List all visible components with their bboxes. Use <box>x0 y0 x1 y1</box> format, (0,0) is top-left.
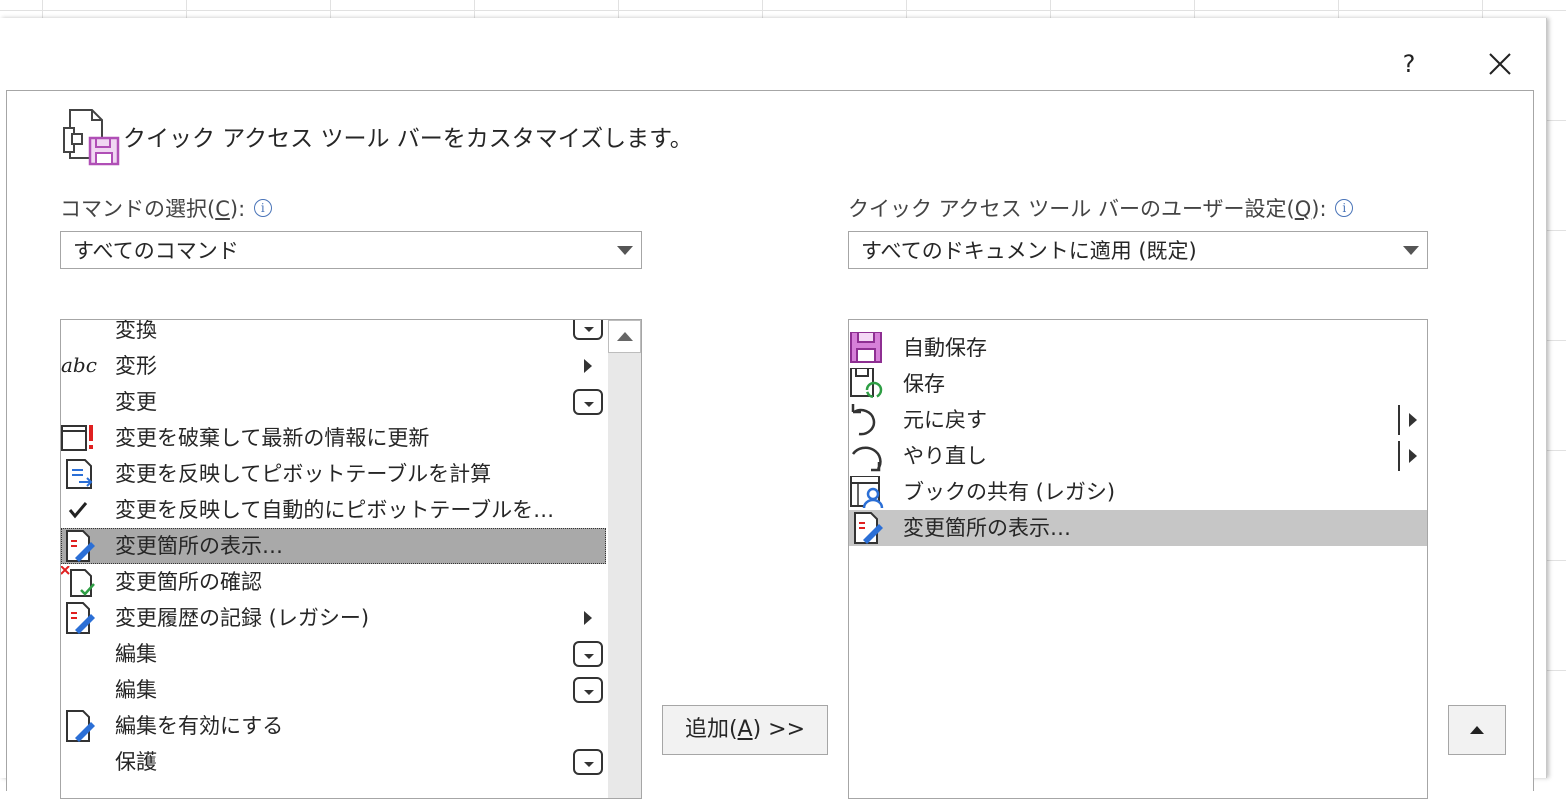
submenu-arrow-icon <box>584 611 592 625</box>
commands-list-scrollbar[interactable] <box>608 320 641 798</box>
list-item[interactable]: 変更履歴の記録 (レガシー) <box>61 600 606 636</box>
info-icon[interactable]: i <box>253 199 272 217</box>
undo-icon <box>851 404 876 436</box>
choose-commands-select[interactable]: すべてのコマンド <box>60 231 642 269</box>
list-item[interactable]: 元に戻す <box>849 402 1427 438</box>
redo-icon <box>851 446 882 472</box>
options-panel: クイック アクセス ツール バーをカスタマイズします。 コマンドの選択(C): … <box>6 90 1534 799</box>
submenu-arrow-icon <box>584 359 592 373</box>
show-changes-icon <box>854 512 883 544</box>
triangle-up-icon <box>1470 726 1484 734</box>
list-item-selected[interactable]: 変更箇所の表示… <box>61 528 606 564</box>
list-item[interactable]: 変更を反映して自動的にピボットテーブルを… <box>61 492 606 528</box>
abc-text-icon: abc <box>61 353 97 377</box>
customize-qat-dialog: ? クイック アクセス ツール バーをカスタマイズします。 コマンドの選択(C)… <box>0 18 1547 799</box>
enable-editing-icon <box>66 710 95 742</box>
autosave-icon <box>850 332 882 363</box>
list-item[interactable]: 変更 <box>61 384 606 420</box>
chevron-down-icon <box>617 246 633 255</box>
quick-access-toolbar-icon <box>63 109 120 166</box>
list-item[interactable]: やり直し <box>849 438 1427 474</box>
info-icon[interactable]: i <box>1335 199 1354 217</box>
list-item[interactable]: 編集を有効にする <box>61 708 606 744</box>
review-changes-icon <box>61 566 95 597</box>
list-item[interactable]: 変更箇所の確認 <box>61 564 606 600</box>
chevron-down-icon <box>1403 246 1419 255</box>
list-item[interactable]: 変更を反映してピボットテーブルを計算 <box>61 456 606 492</box>
customize-qat-select[interactable]: すべてのドキュメントに適用 (既定) <box>848 231 1428 269</box>
discard-refresh-icon <box>61 425 93 451</box>
list-item[interactable]: 編集 <box>61 636 606 672</box>
pivot-calc-icon <box>66 459 93 489</box>
split-divider <box>1398 441 1400 471</box>
dropdown-box-icon <box>573 320 603 340</box>
commands-list[interactable]: 変換 abc 変形 変更 変更を破棄して最新の情報に更新 変更を反映してピボット… <box>60 319 642 799</box>
dropdown-box-icon <box>573 389 603 415</box>
track-changes-icon <box>66 602 95 634</box>
list-item[interactable]: 自動保存 <box>849 330 1427 366</box>
add-button[interactable]: 追加(A) >> <box>662 705 828 755</box>
show-changes-icon <box>66 530 95 562</box>
svg-text:abc: abc <box>61 353 97 377</box>
customize-qat-label: クイック アクセス ツール バーのユーザー設定(Q): i <box>848 193 1354 223</box>
list-item[interactable]: 変更を破棄して最新の情報に更新 <box>61 420 606 456</box>
list-item[interactable]: 保存 <box>849 366 1427 402</box>
submenu-arrow-icon[interactable] <box>1409 413 1417 427</box>
list-item[interactable]: 保護 <box>61 744 606 780</box>
dropdown-box-icon <box>573 677 603 703</box>
list-item[interactable]: ブックの共有 (レガシ) <box>849 474 1427 510</box>
save-icon <box>850 368 883 399</box>
checkmark-icon <box>68 502 88 519</box>
list-item[interactable]: abc 変形 <box>61 348 606 384</box>
quick-access-toolbar-list[interactable]: 自動保存 保存 元に戻す やり直し ブックの共有 (レガシ) 変更箇所の表示… <box>848 319 1428 799</box>
share-workbook-icon <box>850 476 884 508</box>
dropdown-box-icon <box>573 749 603 775</box>
split-divider <box>1398 405 1400 435</box>
scroll-up-button[interactable] <box>608 320 641 353</box>
help-button[interactable]: ? <box>1396 46 1422 82</box>
dialog-header-text: クイック アクセス ツール バーをカスタマイズします。 <box>123 126 693 152</box>
dropdown-box-icon <box>573 641 603 667</box>
choose-commands-label: コマンドの選択(C): i <box>60 193 272 223</box>
list-item[interactable]: 変換 <box>61 320 606 348</box>
list-item-selected[interactable]: 変更箇所の表示… <box>849 510 1427 546</box>
close-button[interactable] <box>1484 48 1516 80</box>
submenu-arrow-icon[interactable] <box>1409 449 1417 463</box>
list-item[interactable]: 編集 <box>61 672 606 708</box>
move-up-button[interactable] <box>1448 705 1506 755</box>
close-icon <box>1489 53 1511 75</box>
